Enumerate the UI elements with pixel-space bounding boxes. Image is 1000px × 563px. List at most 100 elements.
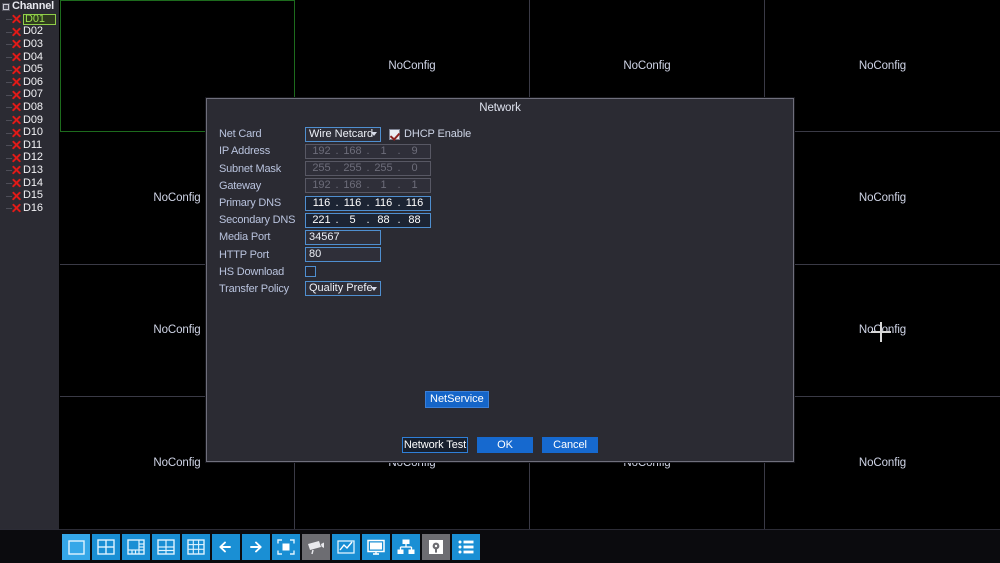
view-eight-icon <box>157 539 175 555</box>
transfer-policy-label: Transfer Policy <box>219 282 289 295</box>
taskbar-playback-chart-button[interactable] <box>332 534 360 560</box>
channel-item-d08[interactable]: D08 <box>0 101 59 114</box>
row-media-port: Media Port 34567 <box>219 229 639 246</box>
channel-item-d10[interactable]: D10 <box>0 126 59 139</box>
ip-octet: 168 <box>343 179 362 192</box>
http-port-value: 80 <box>309 248 322 261</box>
subnet-mask-input[interactable]: 255. 255. 255. 0 <box>305 161 431 177</box>
video-cell-status: NoConfig <box>153 324 201 337</box>
video-cell-4[interactable]: NoConfig <box>765 0 1000 133</box>
channel-item-d13[interactable]: D13 <box>0 164 59 177</box>
taskbar-monitor-button[interactable] <box>362 534 390 560</box>
taskbar-camera-ptz-button[interactable] <box>302 534 330 560</box>
secondary-dns-input[interactable]: 221. 5. 88. 88 <box>305 212 431 228</box>
channel-item-d05[interactable]: D05 <box>0 63 59 76</box>
channel-item-d06[interactable]: D06 <box>0 76 59 89</box>
channel-item-label: D02 <box>23 25 43 38</box>
primary-dns-input[interactable]: 116. 116. 116. 116 <box>305 195 431 211</box>
dialog-button-bar: Network Test OK Cancel <box>207 437 793 453</box>
dhcp-enable-control[interactable]: DHCP Enable <box>389 128 471 140</box>
camera-ptz-icon <box>308 541 324 555</box>
cancel-button[interactable]: Cancel <box>542 437 598 453</box>
row-transfer-policy: Transfer Policy Quality Prefe <box>219 281 639 298</box>
channel-item-d02[interactable]: D02 <box>0 26 59 39</box>
ip-address-input[interactable]: 192. 168. 1. 9 <box>305 143 431 159</box>
channel-item-d11[interactable]: D11 <box>0 139 59 152</box>
ok-button[interactable]: OK <box>477 437 533 453</box>
taskbar-hard-disk-button[interactable] <box>422 534 450 560</box>
row-ip-address: IP Address 192. 168. 1. 9 <box>219 143 639 160</box>
taskbar-main-menu-list-button[interactable] <box>452 534 480 560</box>
taskbar-view-quad-button[interactable] <box>92 534 120 560</box>
taskbar-view-eight-button[interactable] <box>152 534 180 560</box>
network-form: Net Card Wire Netcard DHCP Enable IP Add… <box>219 126 639 298</box>
channel-item-d09[interactable]: D09 <box>0 114 59 127</box>
arrow-right-icon <box>250 541 262 553</box>
taskbar-network-tree-button[interactable] <box>392 534 420 560</box>
red-x-icon <box>11 102 22 113</box>
chevron-down-icon <box>371 286 377 291</box>
channel-item-d15[interactable]: D15 <box>0 189 59 202</box>
box-icon <box>2 2 10 11</box>
hs-download-label: HS Download <box>219 265 285 278</box>
taskbar-record-stop-button[interactable] <box>272 534 300 560</box>
taskbar-arrow-left-button[interactable] <box>212 534 240 560</box>
dialog-title: Network <box>479 102 521 114</box>
net-card-select[interactable]: Wire Netcard <box>305 126 381 142</box>
dvr-screen: Channel D01 D02 D03 D04 D05 D06 D07 D08 D09 D10 D1… <box>0 0 1000 563</box>
channel-item-label: D08 <box>23 100 43 113</box>
taskbar-view-single-button[interactable] <box>62 534 90 560</box>
video-cell-status: NoConfig <box>858 324 907 337</box>
channel-item-d14[interactable]: D14 <box>0 177 59 190</box>
channel-item-label: D03 <box>23 37 43 50</box>
ip-octet: 168 <box>343 144 362 157</box>
red-x-icon <box>11 178 22 189</box>
secondary-dns-label: Secondary DNS <box>219 214 296 227</box>
video-cell-status: NoConfig <box>388 59 436 72</box>
netservice-button[interactable]: NetService <box>425 391 489 408</box>
ip-octet: 116 <box>312 196 331 209</box>
channel-item-label: D06 <box>23 75 43 88</box>
http-port-input[interactable]: 80 <box>305 247 381 263</box>
monitor-icon <box>367 539 385 555</box>
video-cell-status: NoConfig <box>858 456 907 469</box>
subnet-mask-label: Subnet Mask <box>219 162 282 175</box>
red-x-icon <box>11 39 22 50</box>
row-secondary-dns: Secondary DNS 221. 5. 88. 88 <box>219 212 639 229</box>
row-subnet-mask: Subnet Mask 255. 255. 255. 0 <box>219 160 639 177</box>
video-cell-status: NoConfig <box>858 191 907 204</box>
gateway-input[interactable]: 192. 168. 1. 1 <box>305 178 431 194</box>
video-cell-8[interactable]: NoConfig <box>765 132 1000 265</box>
ip-octet: 5 <box>349 213 356 226</box>
taskbar-view-nine-button[interactable] <box>182 534 210 560</box>
transfer-policy-select[interactable]: Quality Prefe <box>305 281 381 297</box>
channel-item-d03[interactable]: D03 <box>0 38 59 51</box>
red-x-icon <box>11 190 22 201</box>
chevron-down-icon <box>371 132 377 137</box>
ip-octet: 88 <box>408 213 421 226</box>
network-test-button[interactable]: Network Test <box>402 437 468 453</box>
channel-item-label: D11 <box>23 138 43 151</box>
media-port-input[interactable]: 34567 <box>305 229 381 245</box>
hard-disk-icon <box>429 540 443 554</box>
channel-item-d07[interactable]: D07 <box>0 89 59 102</box>
video-cell-12[interactable]: NoConfig <box>765 264 1000 397</box>
channel-item-d01[interactable]: D01 <box>0 13 59 26</box>
channel-item-d04[interactable]: D04 <box>0 51 59 64</box>
bottom-taskbar <box>0 529 1000 563</box>
row-net-card: Net Card Wire Netcard DHCP Enable <box>219 126 639 143</box>
channel-item-label: D14 <box>23 176 43 189</box>
net-card-value: Wire Netcard <box>309 127 374 140</box>
channel-item-label: D01 <box>23 13 56 25</box>
channel-item-d16[interactable]: D16 <box>0 202 59 215</box>
red-x-icon <box>11 14 22 25</box>
taskbar-arrow-right-button[interactable] <box>242 534 270 560</box>
hs-download-checkbox[interactable] <box>305 266 316 278</box>
video-cell-16[interactable]: NoConfig <box>765 396 1000 529</box>
row-primary-dns: Primary DNS 116. 116. 116. 116 <box>219 195 639 212</box>
taskbar-view-six-button[interactable] <box>122 534 150 560</box>
dhcp-enable-checkbox[interactable] <box>389 128 400 140</box>
taskbar-buttons <box>0 530 1000 563</box>
channel-item-d12[interactable]: D12 <box>0 152 59 165</box>
media-port-label: Media Port <box>219 231 271 244</box>
